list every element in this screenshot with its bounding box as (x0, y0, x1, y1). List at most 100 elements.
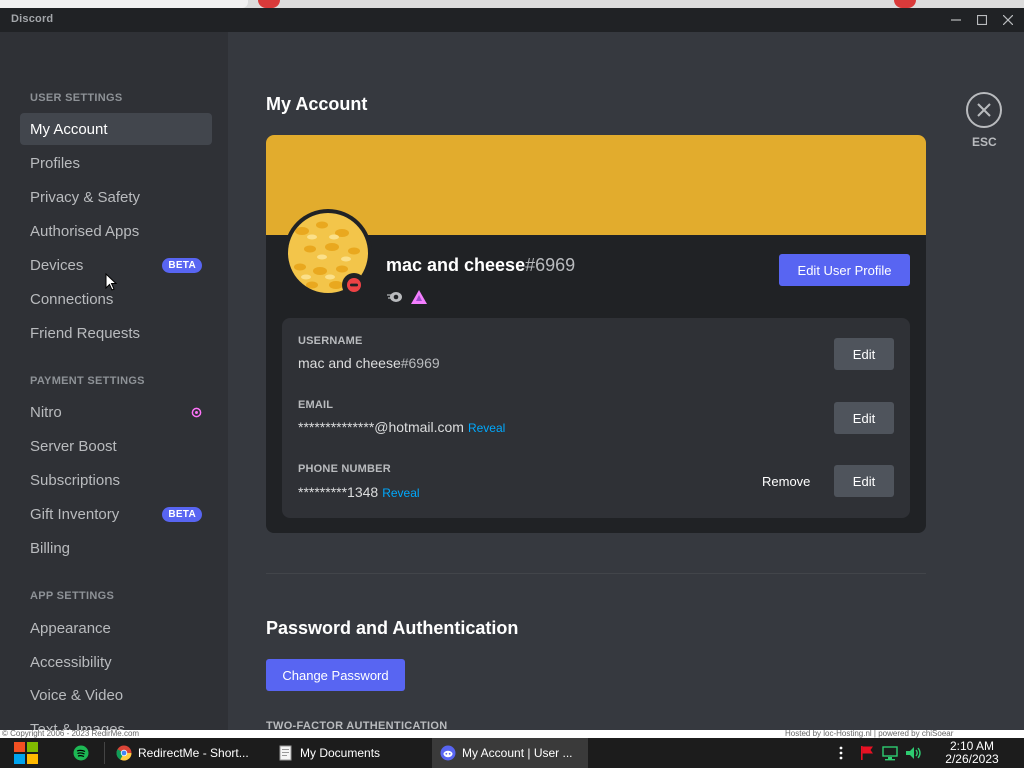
beta-badge: BETA (162, 258, 202, 273)
clock-date: 2/26/2023 (945, 752, 999, 766)
settings-sidebar: USER SETTINGS My Account Profiles Privac… (0, 32, 228, 730)
section-heading-user-settings: USER SETTINGS (30, 92, 123, 104)
sidebar-item-voice-video[interactable]: Voice & Video (20, 679, 212, 711)
username-label: USERNAME (298, 335, 363, 347)
network-icon (882, 746, 898, 761)
sidebar-item-label: Text & Images (30, 720, 126, 731)
profile-discriminator: #6969 (525, 255, 576, 275)
sidebar-item-appearance[interactable]: Appearance (20, 612, 212, 644)
maximize-button[interactable] (968, 8, 996, 32)
background-indicator (894, 0, 916, 8)
edit-user-profile-button[interactable]: Edit User Profile (779, 254, 910, 286)
profile-badges (386, 289, 428, 305)
password-section-title: Password and Authentication (266, 618, 519, 638)
close-icon (977, 103, 991, 117)
tray-flag-button[interactable] (860, 745, 874, 766)
sidebar-item-label: Appearance (30, 619, 111, 637)
phone-value-row: *********1348 Reveal (298, 484, 420, 500)
reveal-phone-link[interactable]: Reveal (382, 486, 419, 500)
change-password-button[interactable]: Change Password (266, 659, 405, 691)
spotify-icon (73, 745, 89, 761)
sidebar-item-label: Authorised Apps (30, 222, 140, 240)
sidebar-item-authorised-apps[interactable]: Authorised Apps (20, 215, 212, 247)
settings-content: My Account ESC mac and cheese#6969 Edit … (228, 32, 1024, 730)
account-info-box: USERNAME mac and cheese#6969 Edit EMAIL … (282, 318, 910, 518)
tray-volume-button[interactable] (905, 745, 923, 766)
reveal-email-link[interactable]: Reveal (468, 421, 505, 435)
sidebar-item-label: Billing (30, 539, 71, 557)
background-tab (0, 0, 248, 8)
background-window-strip (0, 0, 1024, 8)
email-value: **************@hotmail.com (298, 419, 464, 435)
edit-username-button[interactable]: Edit (834, 338, 894, 370)
section-heading-app-settings: APP SETTINGS (30, 590, 115, 602)
tray-network-button[interactable] (882, 745, 898, 766)
page-title: My Account (266, 94, 368, 114)
sidebar-item-server-boost[interactable]: Server Boost (20, 430, 212, 462)
sidebar-item-gift-inventory[interactable]: Gift Inventory BETA (20, 498, 212, 530)
sidebar-item-label: Connections (30, 290, 114, 308)
sidebar-item-privacy-safety[interactable]: Privacy & Safety (20, 181, 212, 213)
esc-label: ESC (972, 135, 997, 149)
sidebar-item-label: Privacy & Safety (30, 188, 141, 206)
sidebar-item-label: My Account (30, 120, 108, 138)
background-page-footer: © Copyright 2006 - 2023 RedirMe.com Host… (0, 730, 1024, 738)
taskbar-clock[interactable]: 2:10 AM 2/26/2023 (936, 740, 1008, 766)
taskbar-item-my-documents[interactable]: My Documents (270, 738, 426, 768)
tray-overflow-button[interactable] (838, 746, 844, 765)
sidebar-item-profiles[interactable]: Profiles (20, 147, 212, 179)
sidebar-item-nitro[interactable]: Nitro (20, 396, 212, 428)
nitro-icon (191, 407, 202, 418)
sidebar-item-subscriptions[interactable]: Subscriptions (20, 464, 212, 496)
folder-icon (279, 745, 292, 761)
edit-email-button[interactable]: Edit (834, 402, 894, 434)
sidebar-item-my-account[interactable]: My Account (20, 113, 212, 145)
profile-card: mac and cheese#6969 Edit User Profile US… (266, 135, 926, 533)
nitro-badge-icon (387, 292, 402, 302)
profile-name: mac and cheese (386, 255, 526, 275)
background-indicator (258, 0, 280, 8)
sidebar-item-accessibility[interactable]: Accessibility (20, 646, 212, 678)
start-button[interactable] (6, 741, 46, 765)
username-value: mac and cheese#6969 (298, 355, 440, 371)
edit-phone-button[interactable]: Edit (834, 465, 894, 497)
phone-value: *********1348 (298, 484, 379, 500)
phone-label: PHONE NUMBER (298, 463, 391, 475)
pinned-app-button[interactable] (68, 742, 94, 764)
taskbar-separator (104, 742, 105, 764)
sidebar-item-label: Server Boost (30, 437, 117, 455)
chrome-icon (116, 745, 132, 761)
volume-icon (906, 747, 921, 759)
window-close-button[interactable] (994, 8, 1022, 32)
taskbar-item-discord[interactable]: My Account | User ... (432, 738, 588, 768)
do-not-disturb-icon (347, 278, 361, 292)
sidebar-item-friend-requests[interactable]: Friend Requests (20, 317, 212, 349)
action-center-flag-icon (861, 746, 873, 760)
username-discriminator: #6969 (400, 355, 440, 371)
beta-badge: BETA (162, 507, 202, 522)
email-value-row: **************@hotmail.com Reveal (298, 419, 505, 435)
sidebar-item-billing[interactable]: Billing (20, 532, 212, 564)
status-indicator (342, 273, 366, 297)
taskbar: RedirectMe - Short... My Documents My Ac… (0, 738, 1024, 768)
taskbar-item-label: RedirectMe - Short... (138, 746, 249, 760)
close-settings-button[interactable] (966, 92, 1002, 128)
minimize-button[interactable] (942, 8, 970, 32)
close-icon (1003, 15, 1013, 25)
two-factor-heading: TWO-FACTOR AUTHENTICATION (266, 720, 448, 730)
sidebar-item-label: Nitro (30, 403, 62, 421)
sidebar-item-label: Subscriptions (30, 471, 121, 489)
maximize-icon (977, 15, 987, 25)
sidebar-item-text-images[interactable]: Text & Images (20, 713, 212, 731)
windows-start-icon (14, 742, 38, 764)
username-name: mac and cheese (298, 355, 401, 371)
profile-display-name: mac and cheese#6969 (386, 255, 575, 276)
footer-copyright: © Copyright 2006 - 2023 RedirMe.com (2, 730, 140, 738)
sidebar-item-label: Voice & Video (30, 686, 124, 704)
sidebar-item-label: Devices (30, 256, 84, 274)
mouse-cursor-icon (105, 273, 117, 291)
taskbar-item-label: My Documents (300, 746, 381, 760)
sidebar-item-label: Gift Inventory (30, 505, 120, 523)
taskbar-item-redirectme[interactable]: RedirectMe - Short... (108, 738, 264, 768)
remove-phone-button[interactable]: Remove (762, 474, 810, 489)
